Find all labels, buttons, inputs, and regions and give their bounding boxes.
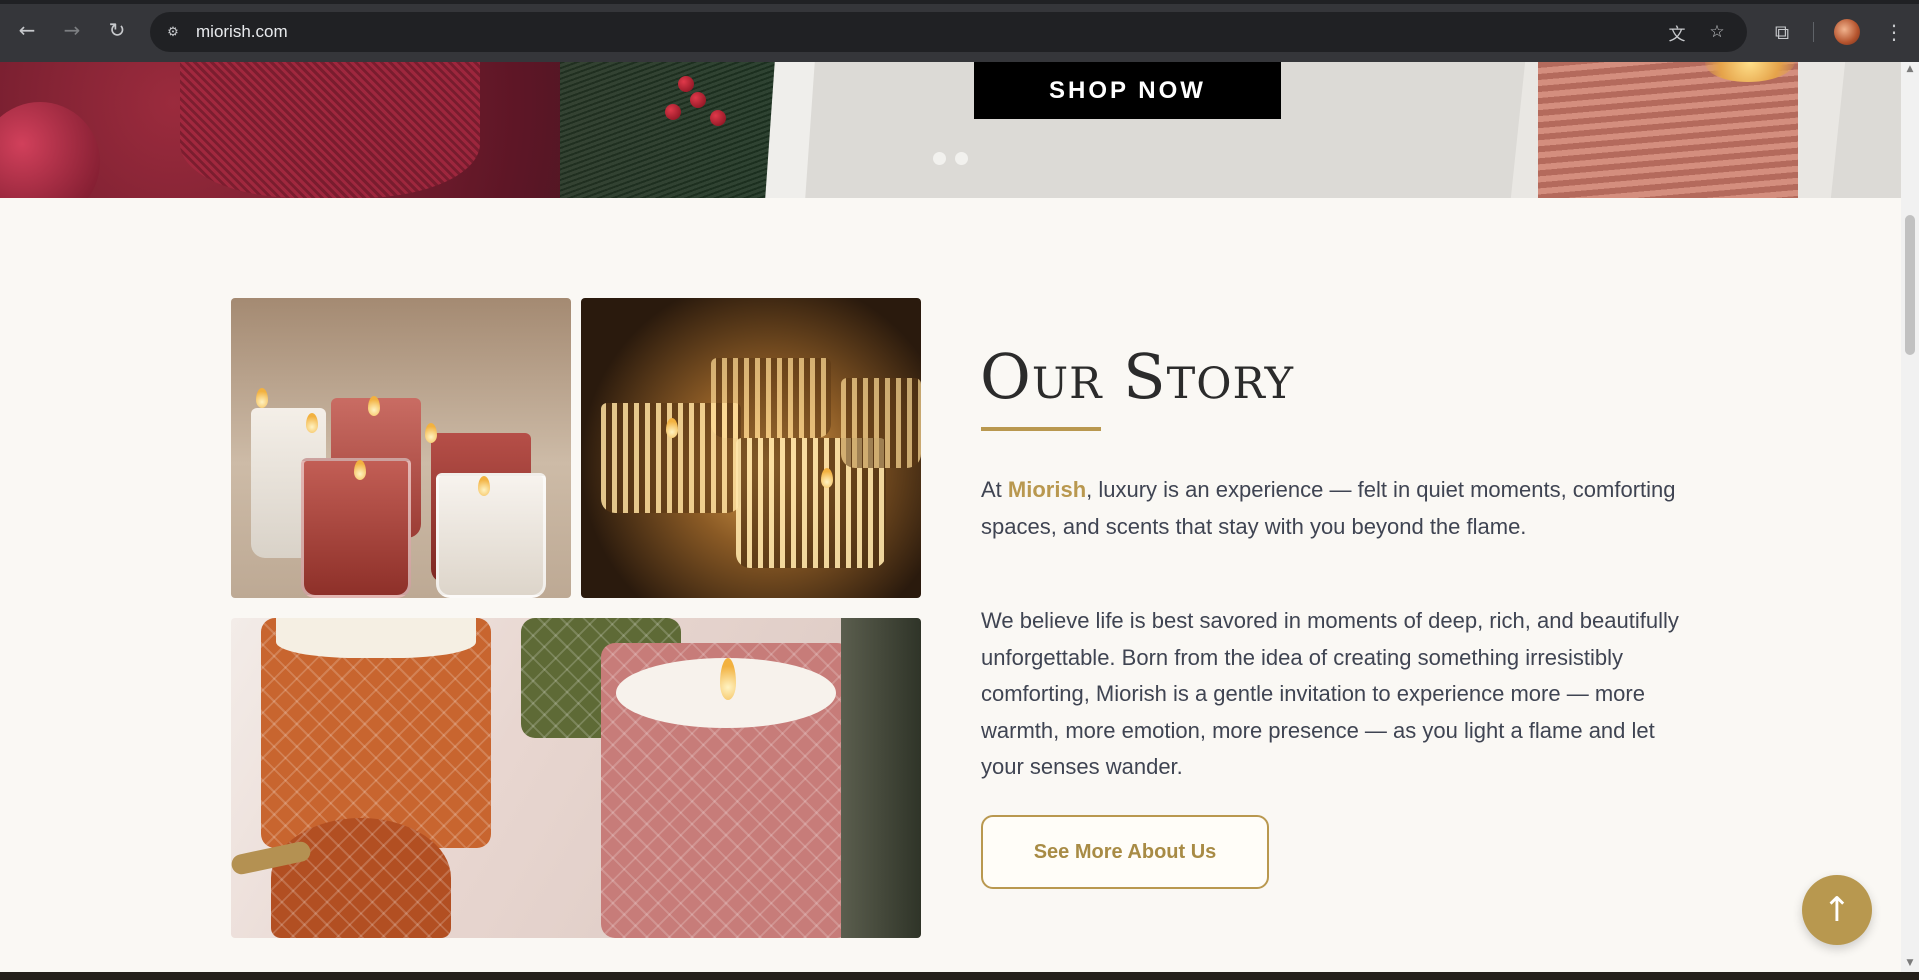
carousel-dot-1[interactable] [933,152,946,165]
next-section-edge [0,972,1919,980]
flame [368,396,380,416]
hero-image-gift [0,62,790,198]
hero-carousel: SHOP NOW [0,62,1901,198]
story-intro-paragraph: At Miorish, luxury is an experience — fe… [981,472,1681,545]
flame [821,468,833,488]
bookmark-star-icon[interactable]: ☆ [1705,20,1729,44]
scroll-down-arrow-icon[interactable]: ▼ [1903,958,1917,970]
scroll-up-arrow-icon[interactable]: ▲ [1903,64,1917,76]
heading-underline [981,427,1101,431]
story-body-paragraph: We believe life is best savored in momen… [981,608,1679,779]
flame [354,460,366,480]
brand-name: Miorish [1007,477,1087,502]
story-heading: Our Story [980,340,1294,413]
tab-strip [0,0,1919,4]
flame [478,476,490,496]
dark-background [841,618,921,938]
berry [710,110,726,126]
back-to-top-button[interactable]: ↑ [1802,875,1872,945]
browser-toolbar: ← → ↻ ⚙ miorish.com 文 ☆ ⧉ ⋮ [0,0,1919,62]
back-icon[interactable]: ← [13,16,41,44]
berry [665,104,681,120]
candle-white-front [436,473,546,598]
tealight-glass [711,358,831,438]
wax-top [276,618,476,658]
scrollbar[interactable] [1901,62,1919,972]
candle-wax [1538,62,1798,198]
forward-icon[interactable]: → [58,16,86,44]
berry [678,76,694,92]
intro-suffix: , luxury is an experience — felt in quie… [981,477,1676,539]
intro-prefix: At [981,477,1008,502]
shop-now-button[interactable]: SHOP NOW [974,62,1281,119]
candle-red-front [301,458,411,598]
berry [690,92,706,108]
pine-branch [560,62,780,198]
profile-avatar[interactable] [1834,19,1860,45]
photo-votive-candles [231,298,571,598]
flame [425,423,437,443]
ornament-ball [0,102,100,198]
toolbar-divider [1813,22,1814,42]
address-bar[interactable]: ⚙ miorish.com 文 ☆ [150,12,1747,52]
url-text[interactable]: miorish.com [196,22,288,42]
site-info-icon[interactable]: ⚙ [162,21,184,43]
see-more-about-us-button[interactable]: See More About Us [981,815,1269,889]
photo-glass-tealights [581,298,921,598]
glass-lid [271,818,451,938]
arrow-up-icon: ↑ [1822,890,1852,930]
flame [720,658,736,700]
flame [306,413,318,433]
photo-faceted-jars [231,618,921,938]
flame [666,418,678,438]
reload-icon[interactable]: ↻ [103,16,131,44]
translate-icon[interactable]: 文 [1665,20,1689,45]
ribbon-bow [180,62,480,198]
tealight-glass [841,378,921,468]
flame [256,388,268,408]
carousel-dot-2[interactable] [955,152,968,165]
hero-image-candle [1510,62,1846,198]
browser-menu-icon[interactable]: ⋮ [1880,18,1908,46]
extensions-icon[interactable]: ⧉ [1768,18,1796,46]
torn-paper-edge [765,62,815,198]
scrollbar-thumb[interactable] [1905,215,1915,355]
